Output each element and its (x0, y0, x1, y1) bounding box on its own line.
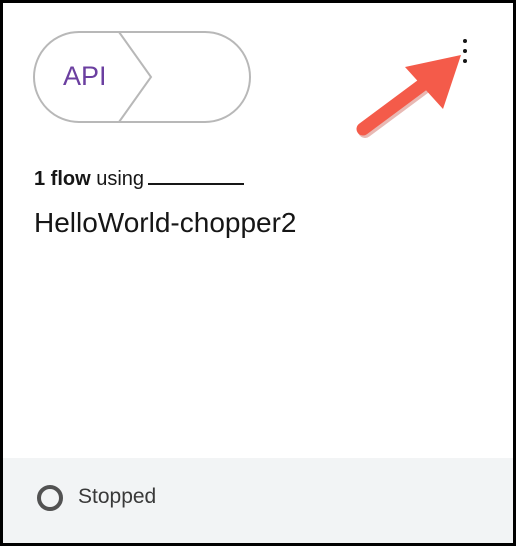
flow-count: 1 flow (34, 168, 91, 190)
callout-arrow-icon (356, 55, 461, 138)
api-tag: API (33, 31, 253, 125)
app-name: HelloWorld-chopper2 (34, 207, 297, 238)
card-footer: Stopped (3, 458, 513, 543)
flow-summary: 1 flow using (34, 166, 245, 192)
status-text: Stopped (78, 485, 157, 508)
flow-using-text: using (96, 168, 145, 190)
api-tag-label: API (63, 61, 107, 91)
stopped-status-icon (37, 485, 63, 511)
integration-card[interactable]: API 1 flow using HelloWorld-chopper2 Sto… (0, 0, 516, 546)
redacted-field (148, 169, 245, 185)
